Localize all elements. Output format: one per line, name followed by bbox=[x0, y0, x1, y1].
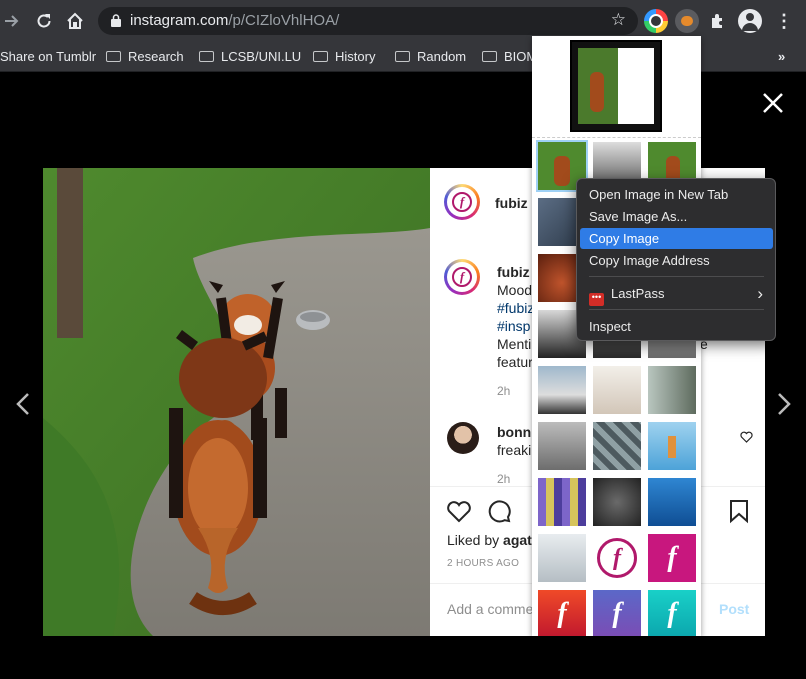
image-thumbnail[interactable] bbox=[538, 534, 586, 582]
forward-button[interactable] bbox=[0, 9, 24, 33]
bookmark-biom[interactable]: BIOM bbox=[482, 49, 537, 64]
comment-like-heart-icon[interactable] bbox=[740, 431, 753, 443]
fubiz-logo-icon: f bbox=[452, 192, 472, 212]
divider bbox=[532, 137, 701, 138]
comment-bubble-icon[interactable] bbox=[486, 498, 512, 524]
home-button[interactable] bbox=[63, 9, 87, 33]
image-thumbnail[interactable] bbox=[538, 422, 586, 470]
commenter-avatar[interactable] bbox=[447, 422, 479, 454]
add-comment-input[interactable]: Add a comme bbox=[447, 601, 533, 617]
caption-line: Mood bbox=[497, 282, 533, 298]
forward-arrow-icon bbox=[5, 15, 19, 27]
url-host: instagram.com bbox=[130, 12, 229, 29]
home-icon bbox=[67, 12, 83, 29]
menu-save-image-as[interactable]: Save Image As... bbox=[580, 206, 773, 227]
image-thumbnail[interactable] bbox=[648, 478, 696, 526]
image-thumbnail[interactable] bbox=[648, 366, 696, 414]
bookmark-label: Random bbox=[417, 49, 467, 64]
folder-icon bbox=[482, 51, 497, 62]
bookmark-history[interactable]: History bbox=[313, 49, 375, 64]
context-menu: Open Image in New Tab Save Image As... C… bbox=[576, 178, 776, 341]
caption-line: featur bbox=[497, 354, 533, 370]
fubiz-logo-thumbnail[interactable]: f bbox=[648, 534, 696, 582]
menu-copy-image-address[interactable]: Copy Image Address bbox=[580, 250, 773, 271]
caption-avatar[interactable]: f bbox=[444, 259, 480, 295]
image-thumbnail[interactable] bbox=[538, 478, 586, 526]
bookmarks-overflow-button[interactable]: » bbox=[778, 49, 785, 64]
reload-button[interactable] bbox=[32, 9, 56, 33]
image-thumbnail[interactable] bbox=[648, 422, 696, 470]
previous-post-icon[interactable] bbox=[15, 392, 31, 416]
folder-icon bbox=[199, 51, 214, 62]
fubiz-logo-thumbnail[interactable]: f bbox=[648, 590, 696, 636]
liked-by-label: Liked by bbox=[447, 532, 500, 548]
menu-lastpass[interactable]: ••• LastPass › bbox=[580, 283, 773, 306]
like-heart-icon[interactable] bbox=[446, 498, 472, 524]
folder-icon bbox=[313, 51, 328, 62]
image-thumbnail[interactable] bbox=[593, 366, 641, 414]
fubiz-logo-thumbnail[interactable]: f bbox=[593, 590, 641, 636]
caption-age[interactable]: 2h bbox=[497, 384, 510, 398]
lastpass-icon: ••• bbox=[589, 293, 604, 306]
folder-icon bbox=[106, 51, 121, 62]
submenu-chevron-icon: › bbox=[757, 284, 763, 303]
caption-username[interactable]: fubiz bbox=[497, 264, 530, 280]
profile-avatar-icon[interactable] bbox=[738, 9, 762, 33]
reload-icon bbox=[37, 14, 51, 28]
bookmark-label: LCSB/UNI.LU bbox=[221, 49, 302, 64]
menu-inspect[interactable]: Inspect bbox=[580, 316, 773, 337]
bookmark-label: History bbox=[335, 49, 376, 64]
liked-by: Liked by agat bbox=[447, 532, 532, 548]
menu-open-image-new-tab[interactable]: Open Image in New Tab bbox=[580, 184, 773, 205]
save-bookmark-icon[interactable] bbox=[726, 498, 752, 524]
extension-color-icon[interactable] bbox=[644, 9, 668, 33]
comment-age[interactable]: 2h bbox=[497, 472, 510, 486]
comment-username[interactable]: bonn bbox=[497, 424, 531, 440]
caption-hashtag[interactable]: #fubiz bbox=[497, 300, 534, 316]
menu-separator bbox=[589, 276, 764, 277]
url-text: instagram.com/p/CIZloVhlHOA/ bbox=[130, 12, 339, 29]
bookmark-star-icon[interactable]: ☆ bbox=[611, 10, 626, 30]
next-post-icon[interactable] bbox=[776, 392, 792, 416]
close-icon[interactable] bbox=[762, 92, 784, 114]
bookmark-random[interactable]: Random bbox=[395, 49, 466, 64]
browser-menu-icon[interactable]: ⋮ bbox=[772, 9, 796, 33]
comment-text: freaki bbox=[497, 442, 532, 458]
menu-lastpass-label: LastPass bbox=[611, 286, 665, 301]
caption-hashtag[interactable]: #insp bbox=[497, 318, 530, 334]
account-avatar[interactable]: f bbox=[444, 184, 480, 220]
url-path: /p/CIZloVhlHOA/ bbox=[228, 12, 340, 29]
fubiz-logo-thumbnail[interactable]: f bbox=[593, 534, 641, 582]
image-thumbnail[interactable] bbox=[538, 366, 586, 414]
post-timestamp[interactable]: 2 HOURS AGO bbox=[447, 558, 519, 569]
menu-separator bbox=[589, 309, 764, 310]
bookmark-share-on-tumblr[interactable]: Share on Tumblr bbox=[0, 49, 96, 64]
page-preview-thumbnail[interactable] bbox=[570, 40, 662, 132]
account-name[interactable]: fubiz bbox=[495, 195, 528, 211]
post-comment-button[interactable]: Post bbox=[719, 601, 749, 617]
fubiz-logo-thumbnail[interactable]: f bbox=[538, 590, 586, 636]
post-photo[interactable] bbox=[43, 168, 430, 636]
menu-copy-image[interactable]: Copy Image bbox=[580, 228, 773, 249]
extension-image-downloader-icon[interactable] bbox=[675, 9, 699, 33]
fubiz-logo-icon: f bbox=[452, 267, 472, 287]
caption-line: Menti bbox=[497, 336, 532, 352]
lock-icon bbox=[111, 14, 121, 27]
image-thumbnail[interactable] bbox=[593, 478, 641, 526]
bookmark-lcsb[interactable]: LCSB/UNI.LU bbox=[199, 49, 301, 64]
liked-by-user[interactable]: agat bbox=[503, 532, 532, 548]
image-thumbnail[interactable] bbox=[593, 422, 641, 470]
address-bar[interactable]: instagram.com/p/CIZloVhlHOA/ ☆ bbox=[98, 7, 638, 35]
red-panda-photo bbox=[43, 168, 430, 636]
bookmark-label: Research bbox=[128, 49, 184, 64]
folder-icon bbox=[395, 51, 410, 62]
bookmark-research[interactable]: Research bbox=[106, 49, 184, 64]
extensions-puzzle-icon[interactable] bbox=[706, 9, 730, 33]
